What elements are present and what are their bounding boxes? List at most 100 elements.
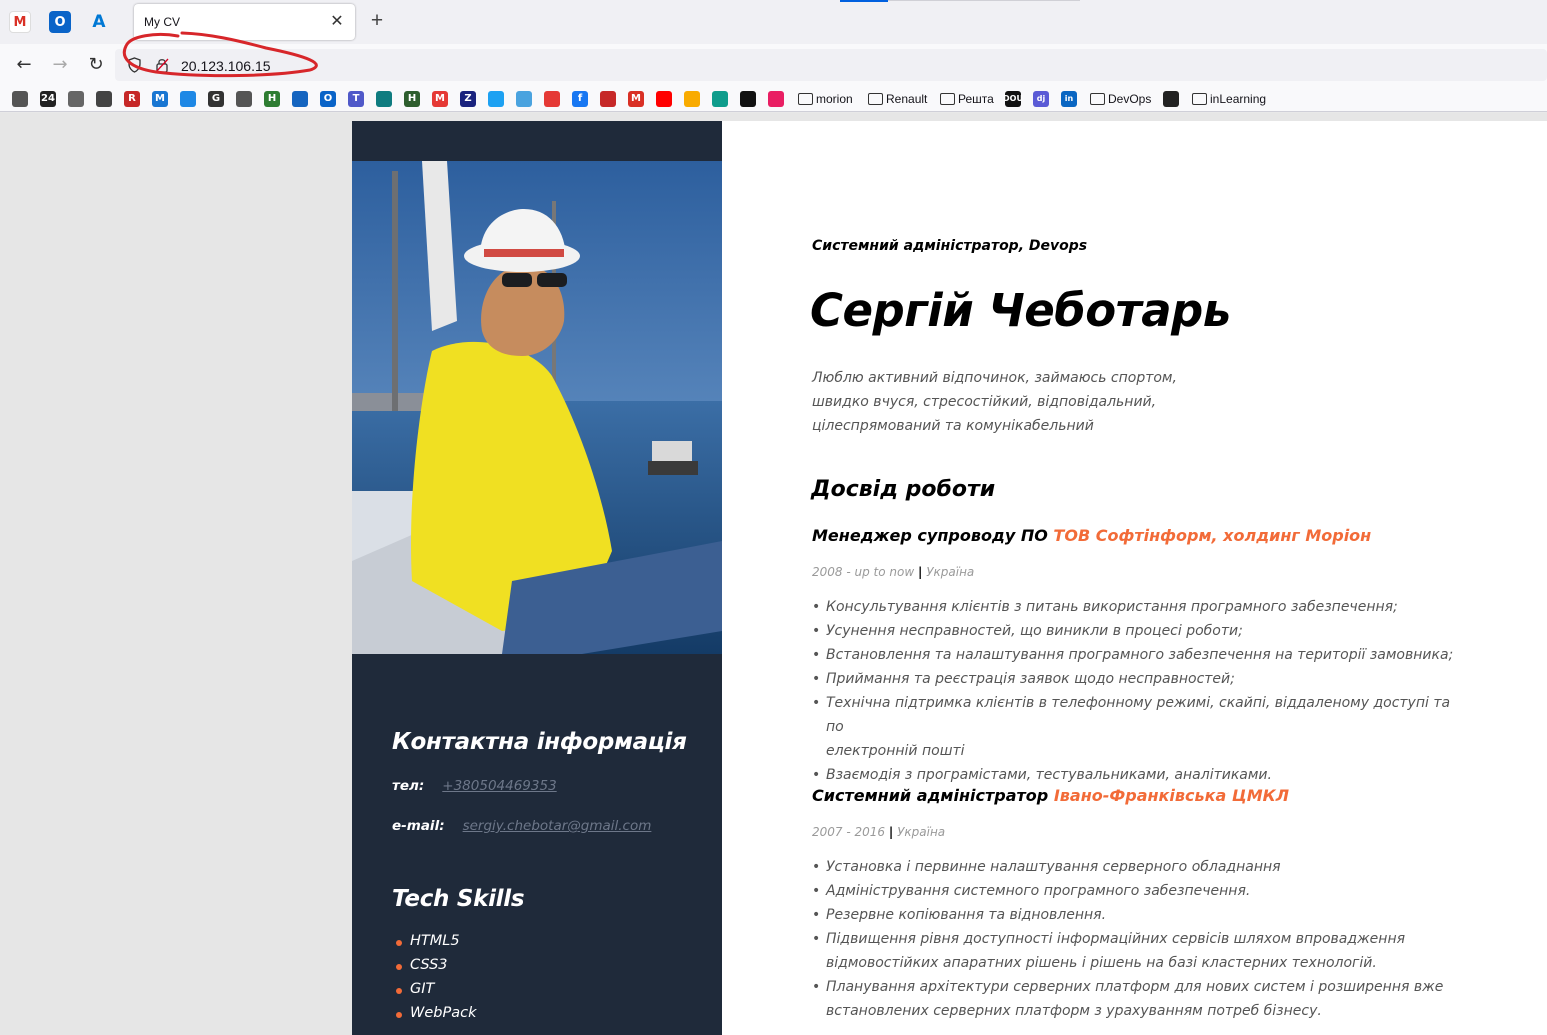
bookmark-item[interactable]: [712, 90, 728, 107]
bookmark-folder[interactable]: morion: [798, 90, 853, 107]
bookmark-item[interactable]: [68, 90, 84, 107]
azure-icon[interactable]: A: [88, 11, 110, 33]
phone-row: тел: +380504469353: [392, 777, 557, 794]
bookmark-item[interactable]: dj: [1033, 90, 1049, 107]
outlook-icon[interactable]: O: [49, 11, 71, 33]
folder-icon: [1192, 92, 1207, 105]
profile-photo: [352, 161, 722, 654]
bookmark-folder-label: Renault: [886, 91, 928, 106]
tab-bar: M O A My CV ✕ +: [0, 0, 1547, 44]
job-country: Україна: [926, 565, 975, 579]
bookmark-item[interactable]: [600, 90, 616, 107]
experience-heading: Досвід роботи: [811, 477, 996, 502]
forward-icon[interactable]: →: [48, 53, 72, 77]
bookmark-item[interactable]: [684, 90, 700, 107]
job-period: 2008 - up to now: [812, 565, 915, 579]
duty-item-continued: електронній пошті: [826, 743, 965, 759]
bookmark-item[interactable]: 24: [40, 90, 56, 107]
bookmark-item[interactable]: H: [404, 90, 420, 107]
bookmark-item[interactable]: T: [348, 90, 364, 107]
job-organization[interactable]: ТОВ Софтінформ, холдинг Моріон: [1053, 526, 1371, 545]
globe-icon: [12, 90, 28, 107]
bookmark-folder[interactable]: inLearning: [1192, 90, 1266, 107]
duty-item: Консультування клієнтів з питань викорис…: [812, 595, 1472, 619]
skill-item: CSS3: [396, 957, 476, 981]
tab-indicator: [840, 0, 888, 2]
new-tab-button[interactable]: +: [366, 9, 388, 33]
bookmark-item[interactable]: [656, 90, 672, 107]
square-icon: [740, 90, 756, 107]
github-icon: [1163, 90, 1179, 107]
phone-link[interactable]: +380504469353: [442, 778, 556, 794]
bookmark-item[interactable]: [544, 90, 560, 107]
bookmark-item[interactable]: [768, 90, 784, 107]
shield-icon[interactable]: [128, 57, 141, 73]
bookmark-folder[interactable]: DevOps: [1090, 90, 1151, 107]
email-link[interactable]: sergiy.chebotar@gmail.com: [463, 818, 652, 834]
bookmark-item[interactable]: M: [152, 90, 168, 107]
facebook-icon: f: [572, 90, 588, 107]
bookmark-folder[interactable]: Решта: [940, 90, 994, 107]
job-title: Менеджер супроводу ПО ТОВ Софтінформ, хо…: [812, 526, 1371, 545]
nav-bar: ← → ↻ 20.123.106.15: [0, 44, 1547, 86]
bookmark-item[interactable]: [516, 90, 532, 107]
bookmark-item[interactable]: G: [208, 90, 224, 107]
24-icon: 24: [40, 90, 56, 107]
thermometer-icon: [600, 90, 616, 107]
url-text[interactable]: 20.123.106.15: [181, 58, 271, 74]
tab-title: My CV: [144, 15, 180, 29]
email-row: e-mail: sergiy.chebotar@gmail.com: [392, 817, 651, 834]
active-tab[interactable]: My CV ✕: [134, 4, 355, 40]
duty-item-continued: відмовостійких апаратних рішень і рішень…: [826, 955, 1377, 971]
back-icon[interactable]: ←: [12, 53, 36, 77]
jira-icon: [180, 90, 196, 107]
bookmark-item[interactable]: [740, 90, 756, 107]
bookmark-item[interactable]: [1163, 90, 1179, 107]
cv-sidebar: Контактна інформація тел: +380504469353 e…: [352, 121, 722, 1035]
bookmark-item[interactable]: f: [572, 90, 588, 107]
gmail-icon[interactable]: M: [9, 11, 31, 33]
bookmark-item[interactable]: [96, 90, 112, 107]
job-organization[interactable]: Івано-Франківська ЦМКЛ: [1054, 786, 1289, 805]
job-role: Системний адміністратор, Devops: [812, 238, 1088, 254]
bookmark-folder[interactable]: Renault: [868, 90, 927, 107]
bookmark-item[interactable]: [292, 90, 308, 107]
about-line: Люблю активний відпочинок, займаюсь спор…: [812, 370, 1177, 386]
bookmark-item[interactable]: in: [1061, 90, 1077, 107]
tab-strip-line: [888, 0, 1080, 1]
edge-icon: [376, 90, 392, 107]
close-tab-icon[interactable]: ✕: [327, 11, 347, 31]
bookmark-item[interactable]: [12, 90, 28, 107]
folder-icon: [798, 92, 813, 105]
about-line: швидко вчуся, стресостійкий, відповідаль…: [812, 394, 1157, 410]
email-label: e-mail:: [392, 818, 445, 834]
bookmark-item[interactable]: R: [124, 90, 140, 107]
skill-item: GIT: [396, 981, 476, 1005]
lock-icon[interactable]: [155, 57, 169, 73]
h-icon: H: [264, 90, 280, 107]
duty-item: Усунення несправностей, що виникли в про…: [812, 619, 1472, 643]
reload-icon[interactable]: ↻: [84, 53, 108, 77]
globe-icon: [236, 90, 252, 107]
bookmark-item[interactable]: [180, 90, 196, 107]
duty-item: Приймання та реєстрація заявок щодо несп…: [812, 667, 1472, 691]
bookmark-item[interactable]: H: [264, 90, 280, 107]
bookmark-item[interactable]: [488, 90, 504, 107]
bookmark-item[interactable]: [376, 90, 392, 107]
bookmark-item[interactable]: M: [432, 90, 448, 107]
about-text: Люблю активний відпочинок, займаюсь спор…: [812, 366, 1212, 438]
twitter-icon: [488, 90, 504, 107]
youtube-icon: [656, 90, 672, 107]
folder-icon: [68, 90, 84, 107]
url-bar[interactable]: 20.123.106.15: [115, 49, 1547, 81]
bookmark-item[interactable]: DOU: [1003, 90, 1023, 107]
dj-icon: dj: [1033, 90, 1049, 107]
bookmark-item[interactable]: Z: [460, 90, 476, 107]
skills-list: HTML5 CSS3 GIT WebPack: [396, 933, 476, 1029]
bookmark-item[interactable]: O: [320, 90, 336, 107]
bookmarks-toolbar: 24 R M G H O T H M Zf Mmorion Renault Решта DevOps inL…: [0, 86, 1547, 112]
about-line: цілеспрямований та комунікабельний: [812, 418, 1094, 434]
bookmark-item[interactable]: M: [628, 90, 644, 107]
page-viewport: Контактна інформація тел: +380504469353 e…: [0, 113, 1547, 1035]
bookmark-item[interactable]: [236, 90, 252, 107]
